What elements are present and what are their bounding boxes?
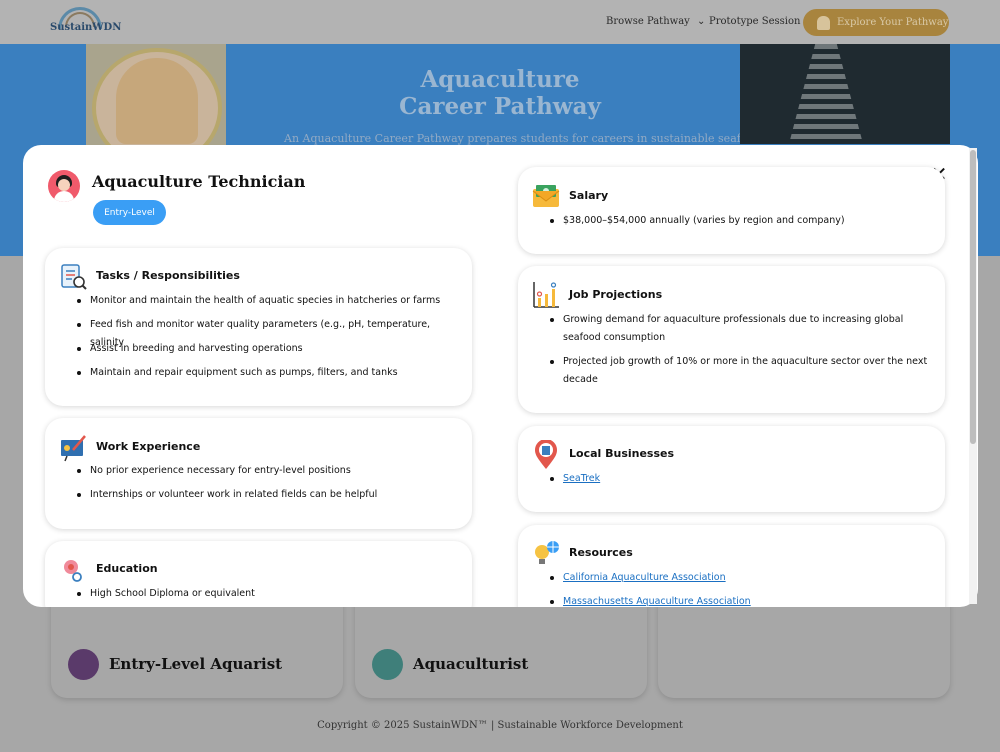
card-heading: Tasks / Responsibilities	[96, 269, 240, 282]
card-tasks: Tasks / Responsibilities Monitor and mai…	[45, 248, 472, 406]
explore-pathway-label: Explore Your Pathway	[837, 17, 949, 28]
modal-content: Tasks / Responsibilities Monitor and mai…	[0, 145, 1000, 607]
link-california-aquaculture-association[interactable]: California Aquaculture Association	[550, 569, 933, 587]
card-heading: Local Businesses	[569, 447, 675, 460]
user-icon	[817, 15, 830, 30]
checklist-magnifier-icon	[61, 264, 87, 290]
list-item: No prior experience necessary for entry-…	[77, 462, 460, 480]
avatar	[372, 649, 403, 680]
logo-text: SustainWDN	[50, 22, 122, 33]
growth-chart-icon	[533, 282, 559, 308]
career-card-title: Aquaculturist	[413, 655, 529, 673]
map-pin-building-icon	[535, 440, 557, 469]
card-local-businesses: Local Businesses SeaTrek	[518, 426, 945, 512]
nav-browse-label: Browse Pathway	[606, 16, 690, 27]
card-heading: Job Projections	[569, 288, 663, 301]
hero-title-line2: Career Pathway	[399, 93, 601, 120]
career-card-title: Entry-Level Aquarist	[109, 655, 283, 673]
avatar	[68, 649, 99, 680]
footer-copyright: Copyright © 2025 SustainWDN™ | Sustainab…	[317, 720, 683, 731]
card-job-projections: Job Projections Growing demand for aquac…	[518, 266, 945, 413]
chevron-down-icon: ⌄	[697, 16, 706, 27]
card-heading: Work Experience	[96, 440, 201, 453]
nav-browse-pathway[interactable]: Browse Pathway ⌄	[606, 16, 705, 27]
nav-prototype-session[interactable]: Prototype Session	[709, 16, 800, 27]
card-heading: Education	[96, 562, 158, 575]
list-item: Internships or volunteer work in related…	[77, 486, 460, 504]
list-item: $38,000–$54,000 annually (varies by regi…	[550, 212, 933, 230]
hero-subtitle: An Aquaculture Career Pathway prepares s…	[284, 132, 762, 145]
hero-portrait-hair	[116, 58, 198, 144]
money-envelope-icon	[532, 185, 560, 207]
list-item: Maintain and repair equipment such as pu…	[77, 364, 460, 382]
brain-gear-icon	[64, 560, 82, 582]
card-work-experience: Work Experience No prior experience nece…	[45, 418, 472, 529]
hero-title: Aquaculture Career Pathway	[380, 66, 620, 120]
list-item: Projected job growth of 10% or more in t…	[550, 353, 933, 389]
explore-pathway-button[interactable]: Explore Your Pathway	[803, 9, 949, 36]
card-education: Education High School Diploma or equival…	[45, 541, 472, 607]
lightbulb-globe-icon	[535, 541, 559, 564]
card-heading: Salary	[569, 189, 609, 202]
hero-title-line1: Aquaculture	[420, 66, 580, 93]
presentation-board-icon	[61, 435, 86, 462]
card-resources: Resources California Aquaculture Associa…	[518, 525, 945, 607]
modal-content-clip: Tasks / Responsibilities Monitor and mai…	[0, 145, 1000, 607]
link-massachusetts-aquaculture-association[interactable]: Massachusetts Aquaculture Association	[550, 593, 933, 607]
list-item: Monitor and maintain the health of aquat…	[77, 292, 460, 310]
top-navbar: SustainWDN Browse Pathway ⌄ Prototype Se…	[0, 0, 1000, 44]
list-item: High School Diploma or equivalent	[77, 585, 460, 603]
card-heading: Resources	[569, 546, 633, 559]
link-seatrek[interactable]: SeaTrek	[550, 470, 933, 488]
list-item: Assist in breeding and harvesting operat…	[77, 340, 460, 358]
list-item: Growing demand for aquaculture professio…	[550, 311, 933, 347]
card-salary: Salary $38,000–$54,000 annually (varies …	[518, 167, 945, 254]
